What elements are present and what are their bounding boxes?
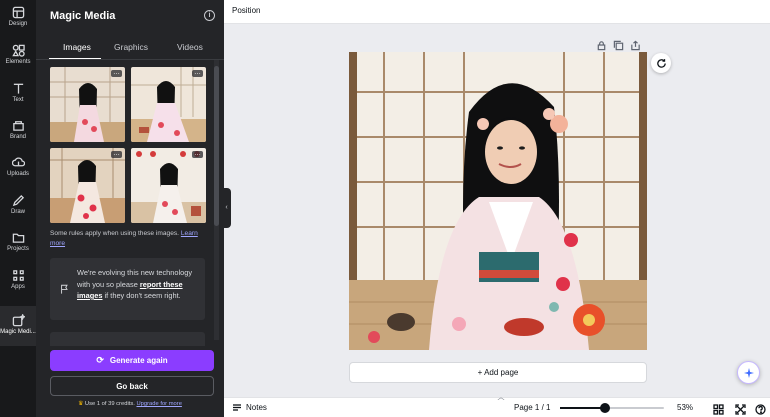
rail-item-design[interactable]: Design bbox=[0, 6, 36, 42]
rail-label: Projects bbox=[7, 246, 29, 252]
panel-tabs: Images Graphics Videos bbox=[36, 36, 224, 60]
generated-image-1-art bbox=[50, 67, 125, 142]
elements-icon bbox=[11, 44, 25, 57]
crown-icon: ♛ bbox=[78, 401, 84, 407]
rotate-button[interactable] bbox=[651, 53, 671, 73]
text-icon bbox=[13, 83, 23, 94]
generate-again-button[interactable]: ⟳ Generate again bbox=[50, 350, 214, 371]
go-back-button[interactable]: Go back bbox=[50, 376, 214, 396]
notes-button[interactable]: Notes bbox=[232, 403, 267, 412]
magic-assistant-button[interactable] bbox=[737, 361, 760, 384]
brand-icon bbox=[12, 121, 24, 131]
generated-image-3[interactable]: … bbox=[50, 148, 125, 223]
rail-item-uploads[interactable]: Uploads bbox=[0, 156, 36, 192]
left-rail: Design Elements Text Brand Uploads Draw … bbox=[0, 0, 36, 417]
panel-title: Magic Media bbox=[50, 10, 116, 22]
refresh-icon: ⟳ bbox=[96, 355, 104, 365]
position-button[interactable]: Position bbox=[232, 6, 260, 15]
rail-item-magic-media[interactable]: Magic Medi... bbox=[0, 306, 36, 346]
more-options-icon[interactable]: … bbox=[111, 69, 122, 77]
rail-item-text[interactable]: Text bbox=[0, 82, 36, 118]
tab-images[interactable]: Images bbox=[63, 42, 91, 52]
more-options-icon[interactable]: … bbox=[111, 150, 122, 158]
rail-label: Elements bbox=[5, 59, 31, 65]
help-icon[interactable] bbox=[755, 402, 766, 415]
rail-item-elements[interactable]: Elements bbox=[0, 44, 36, 80]
zoom-slider-handle[interactable] bbox=[599, 403, 610, 413]
tab-videos[interactable]: Videos bbox=[177, 42, 203, 52]
lock-icon[interactable] bbox=[596, 38, 607, 51]
generated-image-3-art bbox=[50, 148, 125, 223]
rail-item-brand[interactable]: Brand bbox=[0, 119, 36, 155]
notice-text: We're evolving this new technology with … bbox=[77, 267, 201, 302]
design-page[interactable] bbox=[349, 52, 647, 350]
rotate-icon bbox=[656, 58, 666, 68]
generated-image-2-art bbox=[131, 67, 206, 142]
scrollbar-thumb[interactable] bbox=[214, 66, 219, 226]
rail-label: Design bbox=[8, 21, 28, 27]
rail-label: Draw bbox=[10, 209, 25, 215]
feedback-notice: We're evolving this new technology with … bbox=[50, 258, 205, 320]
draw-icon bbox=[12, 194, 24, 207]
panel-scrollbar[interactable] bbox=[214, 60, 219, 340]
projects-icon bbox=[12, 233, 24, 243]
kimono-woman-image bbox=[349, 52, 647, 350]
collapse-panel-handle[interactable]: ‹ bbox=[222, 188, 231, 228]
magic-media-panel: Magic Media i Images Graphics Videos … …… bbox=[36, 0, 224, 417]
rail-label: Apps bbox=[11, 284, 25, 290]
uploads-icon bbox=[11, 157, 25, 167]
rail-item-draw[interactable]: Draw bbox=[0, 194, 36, 230]
magic-media-icon bbox=[12, 314, 25, 327]
flag-icon bbox=[61, 284, 68, 294]
tab-graphics[interactable]: Graphics bbox=[114, 42, 148, 52]
secondary-notice bbox=[50, 332, 205, 346]
apps-icon bbox=[12, 270, 24, 281]
fullscreen-icon[interactable] bbox=[735, 402, 746, 415]
grid-view-icon[interactable] bbox=[713, 402, 724, 415]
chevron-up-icon[interactable]: ︿ bbox=[494, 392, 508, 401]
zoom-slider-fill bbox=[560, 407, 605, 409]
rail-item-apps[interactable]: Apps bbox=[0, 269, 36, 305]
go-back-label: Go back bbox=[116, 381, 148, 391]
notes-icon bbox=[233, 404, 241, 411]
rules-text: Some rules apply when using these images… bbox=[50, 230, 180, 237]
design-icon bbox=[12, 6, 24, 19]
rail-label: Text bbox=[12, 97, 24, 103]
generate-again-label: Generate again bbox=[109, 356, 168, 365]
rail-label: Brand bbox=[9, 134, 26, 140]
more-options-icon[interactable]: … bbox=[192, 69, 203, 77]
info-icon[interactable]: i bbox=[204, 10, 215, 21]
rail-label: Magic Medi... bbox=[0, 329, 36, 335]
share-icon[interactable] bbox=[630, 38, 641, 51]
credits-text: Use 1 of 39 credits. bbox=[84, 401, 135, 407]
duplicate-icon[interactable] bbox=[613, 38, 624, 51]
zoom-percentage[interactable]: 53% bbox=[677, 403, 693, 412]
generated-image-1[interactable]: … bbox=[50, 67, 125, 142]
notes-label: Notes bbox=[246, 403, 267, 412]
generated-image-4[interactable]: … bbox=[131, 148, 206, 223]
tab-divider bbox=[36, 59, 224, 60]
usage-rules: Some rules apply when using these images… bbox=[50, 229, 212, 249]
page-mini-toolbar bbox=[596, 38, 641, 51]
upgrade-link[interactable]: Upgrade for more bbox=[136, 401, 181, 407]
editor-bottombar: Notes ︿ Page 1 / 1 53% bbox=[224, 394, 770, 417]
rail-item-projects[interactable]: Projects bbox=[0, 231, 36, 267]
generated-image-2[interactable]: … bbox=[131, 67, 206, 142]
rail-label: Uploads bbox=[6, 171, 29, 177]
more-options-icon[interactable]: … bbox=[192, 150, 203, 158]
notice-text-post: if they don't seem right. bbox=[102, 291, 181, 300]
editor-topbar: Position bbox=[224, 0, 770, 24]
generated-image-4-art bbox=[131, 148, 206, 223]
credits-info: ♛ Use 1 of 39 credits. Upgrade for more bbox=[36, 401, 224, 407]
sparkle-icon bbox=[743, 367, 754, 378]
zoom-slider[interactable] bbox=[560, 407, 664, 409]
add-page-button[interactable]: + Add page bbox=[349, 362, 647, 383]
page-counter[interactable]: Page 1 / 1 bbox=[514, 403, 550, 412]
